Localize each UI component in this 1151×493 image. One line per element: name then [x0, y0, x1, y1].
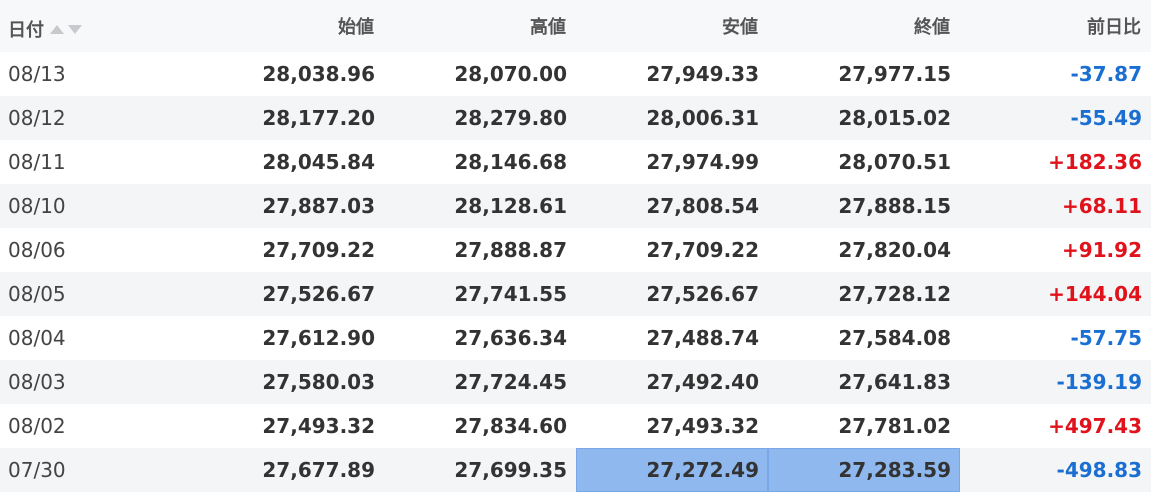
cell-low[interactable]: 27,949.33 — [576, 52, 768, 96]
cell-date[interactable]: 08/05 — [0, 272, 192, 316]
cell-low[interactable]: 28,006.31 — [576, 96, 768, 140]
cell-close[interactable]: 27,781.02 — [768, 404, 960, 448]
cell-low[interactable]: 27,526.67 — [576, 272, 768, 316]
cell-open[interactable]: 27,677.89 — [192, 448, 384, 492]
cell-high[interactable]: 27,834.60 — [384, 404, 576, 448]
cell-change[interactable]: -139.19 — [960, 360, 1151, 404]
sort-controls — [50, 18, 86, 39]
sort-descending-icon[interactable] — [68, 25, 82, 34]
table-row[interactable]: 08/03 27,580.03 27,724.45 27,492.40 27,641.8… — [0, 360, 1151, 404]
cell-change[interactable]: -498.83 — [960, 448, 1151, 492]
cell-date[interactable]: 08/13 — [0, 52, 192, 96]
cell-close[interactable]: 27,641.83 — [768, 360, 960, 404]
cell-date[interactable]: 08/11 — [0, 140, 192, 184]
table-row[interactable]: 08/02 27,493.32 27,834.60 27,493.32 27,781.0… — [0, 404, 1151, 448]
table-row[interactable]: 08/04 27,612.90 27,636.34 27,488.74 27,584.0… — [0, 316, 1151, 360]
stock-price-table: 日付 始値 高値 安値 終値 前日比 08/13 28,038.96 28,070.… — [0, 0, 1151, 492]
cell-change[interactable]: +497.43 — [960, 404, 1151, 448]
cell-close[interactable]: 27,584.08 — [768, 316, 960, 360]
cell-low[interactable]: 27,272.49 — [576, 448, 768, 492]
cell-low[interactable]: 27,974.99 — [576, 140, 768, 184]
cell-date[interactable]: 07/30 — [0, 448, 192, 492]
table-row[interactable]: 08/11 28,045.84 28,146.68 27,974.99 28,070.5… — [0, 140, 1151, 184]
cell-change[interactable]: +91.92 — [960, 228, 1151, 272]
cell-date[interactable]: 08/04 — [0, 316, 192, 360]
cell-close[interactable]: 27,728.12 — [768, 272, 960, 316]
table-row[interactable]: 08/06 27,709.22 27,888.87 27,709.22 27,820.0… — [0, 228, 1151, 272]
cell-date[interactable]: 08/10 — [0, 184, 192, 228]
table-row[interactable]: 08/13 28,038.96 28,070.00 27,949.33 27,977.1… — [0, 52, 1151, 96]
cell-date[interactable]: 08/02 — [0, 404, 192, 448]
cell-open[interactable]: 27,493.32 — [192, 404, 384, 448]
column-header-high: 高値 — [530, 17, 566, 38]
cell-close[interactable]: 27,820.04 — [768, 228, 960, 272]
cell-low[interactable]: 27,488.74 — [576, 316, 768, 360]
cell-date[interactable]: 08/06 — [0, 228, 192, 272]
cell-open[interactable]: 27,580.03 — [192, 360, 384, 404]
cell-open[interactable]: 27,709.22 — [192, 228, 384, 272]
table-row[interactable]: 08/05 27,526.67 27,741.55 27,526.67 27,728.1… — [0, 272, 1151, 316]
cell-high[interactable]: 27,636.34 — [384, 316, 576, 360]
cell-date[interactable]: 08/03 — [0, 360, 192, 404]
cell-low[interactable]: 27,492.40 — [576, 360, 768, 404]
cell-change[interactable]: -37.87 — [960, 52, 1151, 96]
sort-ascending-icon[interactable] — [50, 25, 64, 34]
column-header-date[interactable]: 日付 — [0, 0, 192, 52]
cell-high[interactable]: 28,070.00 — [384, 52, 576, 96]
cell-high[interactable]: 28,128.61 — [384, 184, 576, 228]
cell-close[interactable]: 27,283.59 — [768, 448, 960, 492]
cell-close[interactable]: 27,977.15 — [768, 52, 960, 96]
table-row[interactable]: 08/12 28,177.20 28,279.80 28,006.31 28,015.0… — [0, 96, 1151, 140]
cell-high[interactable]: 27,699.35 — [384, 448, 576, 492]
cell-open[interactable]: 27,887.03 — [192, 184, 384, 228]
table-header: 日付 始値 高値 安値 終値 前日比 — [0, 0, 1151, 52]
cell-change[interactable]: +182.36 — [960, 140, 1151, 184]
cell-open[interactable]: 28,045.84 — [192, 140, 384, 184]
table-row[interactable]: 08/10 27,887.03 28,128.61 27,808.54 27,888.1… — [0, 184, 1151, 228]
cell-change[interactable]: +68.11 — [960, 184, 1151, 228]
cell-open[interactable]: 27,526.67 — [192, 272, 384, 316]
cell-date[interactable]: 08/12 — [0, 96, 192, 140]
cell-high[interactable]: 28,279.80 — [384, 96, 576, 140]
header-row: 日付 始値 高値 安値 終値 前日比 — [0, 0, 1151, 52]
cell-low[interactable]: 27,493.32 — [576, 404, 768, 448]
column-header-open: 始値 — [338, 17, 374, 38]
cell-close[interactable]: 27,888.15 — [768, 184, 960, 228]
cell-high[interactable]: 28,146.68 — [384, 140, 576, 184]
cell-change[interactable]: +144.04 — [960, 272, 1151, 316]
cell-open[interactable]: 28,177.20 — [192, 96, 384, 140]
cell-open[interactable]: 28,038.96 — [192, 52, 384, 96]
column-header-change: 前日比 — [1087, 17, 1141, 38]
column-header-date-label: 日付 — [8, 20, 44, 41]
cell-change[interactable]: -57.75 — [960, 316, 1151, 360]
cell-high[interactable]: 27,724.45 — [384, 360, 576, 404]
cell-low[interactable]: 27,808.54 — [576, 184, 768, 228]
cell-close[interactable]: 28,070.51 — [768, 140, 960, 184]
table-row[interactable]: 07/30 27,677.89 27,699.35 27,272.49 27,283.5… — [0, 448, 1151, 492]
cell-high[interactable]: 27,741.55 — [384, 272, 576, 316]
table-body: 08/13 28,038.96 28,070.00 27,949.33 27,977.1… — [0, 52, 1151, 492]
column-header-low: 安値 — [722, 17, 758, 38]
cell-change[interactable]: -55.49 — [960, 96, 1151, 140]
cell-open[interactable]: 27,612.90 — [192, 316, 384, 360]
cell-high[interactable]: 27,888.87 — [384, 228, 576, 272]
cell-close[interactable]: 28,015.02 — [768, 96, 960, 140]
cell-low[interactable]: 27,709.22 — [576, 228, 768, 272]
column-header-close: 終値 — [914, 17, 950, 38]
